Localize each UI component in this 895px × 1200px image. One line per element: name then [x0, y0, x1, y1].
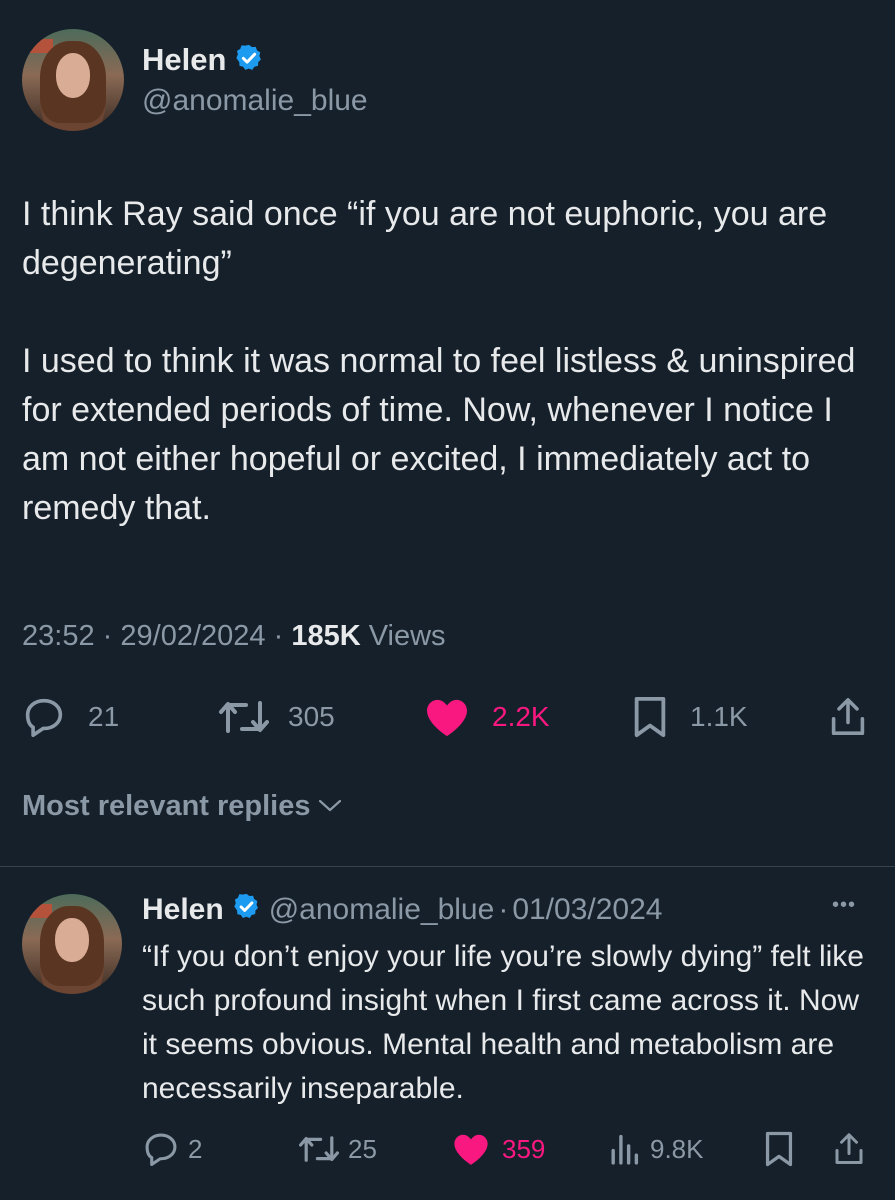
meta-separator: · — [273, 620, 284, 652]
heart-icon — [424, 697, 470, 737]
replies-sort-label: Most relevant replies — [22, 790, 311, 822]
share-icon — [834, 1132, 864, 1166]
author-avatar[interactable] — [22, 29, 124, 131]
reply-author-avatar[interactable] — [22, 894, 122, 994]
reply-retweet-button[interactable]: 25 — [298, 1130, 377, 1168]
retweet-button[interactable]: 305 — [218, 696, 335, 738]
more-icon[interactable]: ••• — [832, 894, 856, 917]
reply-text: “If you don’t enjoy your life you’re slo… — [142, 940, 864, 1105]
bookmark-count: 1.1K — [690, 701, 748, 732]
like-count: 2.2K — [492, 701, 550, 732]
author-handle[interactable]: @anomalie_blue — [142, 84, 368, 118]
meta-separator: · — [102, 620, 113, 652]
verified-badge-icon — [234, 43, 264, 78]
section-divider — [0, 866, 895, 867]
reply-date[interactable]: 01/03/2024 — [512, 893, 662, 927]
reply-like-count: 359 — [502, 1133, 546, 1164]
reply-author-handle[interactable]: @anomalie_blue — [269, 893, 495, 927]
reply-separator: · — [498, 893, 509, 926]
verified-badge-icon — [232, 892, 261, 929]
reply-share-button[interactable] — [834, 1130, 864, 1168]
retweet-count: 305 — [288, 701, 335, 732]
views-count[interactable]: 185K — [291, 620, 360, 652]
heart-icon — [452, 1132, 490, 1166]
views-label[interactable]: Views — [369, 620, 446, 652]
retweet-icon — [218, 697, 270, 737]
tweet-time[interactable]: 23:52 — [22, 620, 95, 652]
reply-author-name[interactable]: Helen — [142, 893, 224, 927]
bookmark-icon — [764, 1131, 794, 1167]
share-button[interactable] — [830, 696, 866, 738]
analytics-icon — [608, 1132, 640, 1166]
reply-views-count: 9.8K — [650, 1133, 704, 1164]
bookmark-icon — [632, 696, 668, 738]
reply-views-button[interactable]: 9.8K — [608, 1130, 704, 1168]
chevron-down-icon — [317, 790, 343, 823]
reply-icon — [142, 1132, 180, 1166]
bookmark-button[interactable]: 1.1K — [632, 696, 748, 738]
reply-icon — [22, 697, 66, 737]
reply-like-button[interactable]: 359 — [452, 1130, 545, 1168]
replies-sort-button[interactable]: Most relevant replies — [22, 790, 343, 823]
tweet-text: I think Ray said once “if you are not eu… — [22, 195, 856, 527]
author-name[interactable]: Helen — [142, 42, 226, 78]
like-button[interactable]: 2.2K — [424, 696, 550, 738]
reply-reply-button[interactable]: 2 — [142, 1130, 202, 1168]
reply-retweet-count: 25 — [348, 1133, 377, 1164]
share-icon — [830, 697, 866, 737]
tweet-meta: 23:52 · 29/02/2024 · 185K Views — [22, 620, 446, 653]
reply-button[interactable]: 21 — [22, 696, 119, 738]
reply-header: Helen @anomalie_blue · 01/03/2024 — [142, 890, 662, 930]
author-name-row[interactable]: Helen — [142, 40, 264, 80]
reply-reply-count: 2 — [188, 1133, 203, 1164]
reply-bookmark-button[interactable] — [764, 1130, 794, 1168]
reply-count: 21 — [88, 701, 120, 732]
tweet-date[interactable]: 29/02/2024 — [120, 620, 265, 652]
retweet-icon — [298, 1133, 340, 1165]
